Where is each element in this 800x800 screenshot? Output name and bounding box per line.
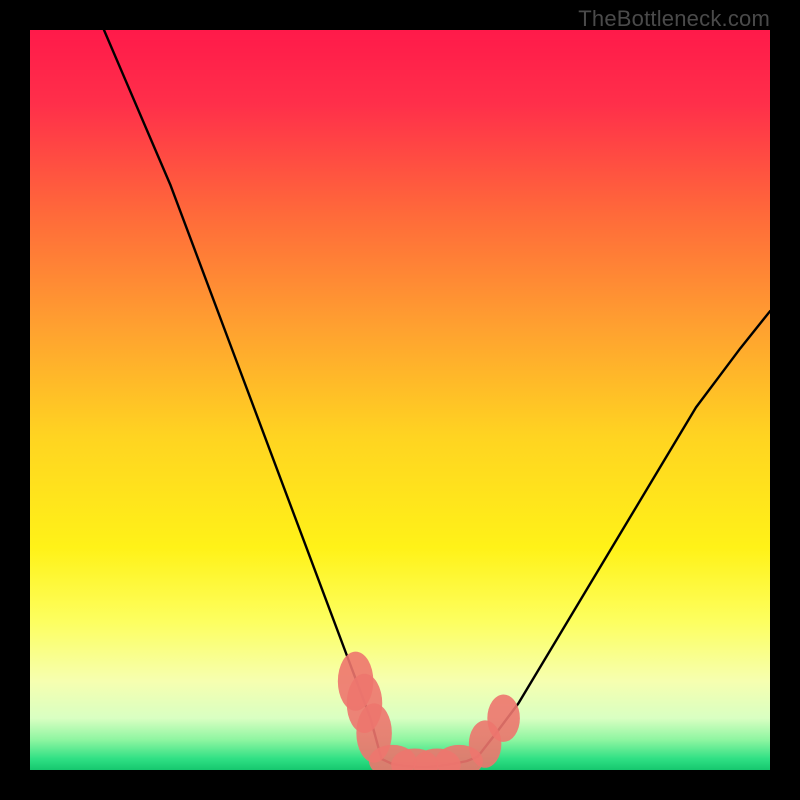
chart-svg: [30, 30, 770, 770]
marker-8: [487, 695, 520, 742]
chart-frame: TheBottleneck.com: [0, 0, 800, 800]
gradient-background: [30, 30, 770, 770]
plot-area: [30, 30, 770, 770]
watermark-text: TheBottleneck.com: [578, 6, 770, 32]
